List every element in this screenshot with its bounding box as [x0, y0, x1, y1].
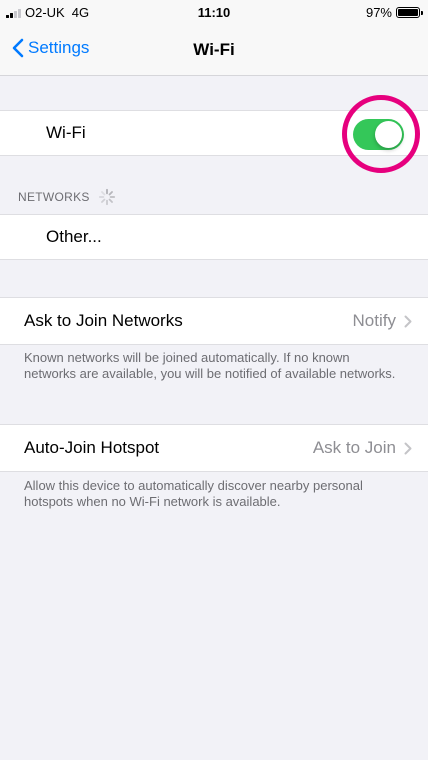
auto-join-hotspot-row[interactable]: Auto-Join Hotspot Ask to Join [0, 424, 428, 472]
page-title: Wi-Fi [193, 40, 235, 59]
status-right: 97% [365, 5, 423, 20]
chevron-right-icon [404, 442, 412, 454]
ask-to-join-value-group: Notify [353, 298, 412, 344]
battery-percent: 97% [365, 5, 392, 20]
auto-join-hotspot-label: Auto-Join Hotspot [24, 438, 160, 457]
other-network-label: Other... [46, 227, 102, 246]
navigation-bar: Settings Wi-Fi [0, 28, 428, 76]
networks-header-label: NETWORKS [18, 190, 90, 204]
networks-section-header: NETWORKS [18, 188, 116, 206]
battery-icon [396, 7, 423, 18]
ask-to-join-value: Notify [352, 311, 396, 330]
ask-to-join-label: Ask to Join Networks [24, 311, 183, 330]
auto-join-hotspot-value: Ask to Join [312, 438, 396, 457]
status-time: 11:10 [197, 5, 231, 20]
other-network-row[interactable]: Other... [0, 214, 428, 260]
chevron-right-icon [404, 315, 412, 327]
ask-to-join-footer: Known networks will be joined automatica… [24, 350, 396, 381]
ask-to-join-row[interactable]: Ask to Join Networks Notify [0, 297, 428, 345]
loading-spinner-icon [98, 188, 115, 206]
wifi-label: Wi-Fi [46, 123, 86, 142]
status-bar: O2-UK 4G 11:10 97% [0, 0, 428, 28]
auto-join-hotspot-footer: Allow this device to automatically disco… [24, 478, 363, 509]
highlight-circle [342, 95, 420, 173]
auto-join-hotspot-value-group: Ask to Join [313, 425, 412, 471]
